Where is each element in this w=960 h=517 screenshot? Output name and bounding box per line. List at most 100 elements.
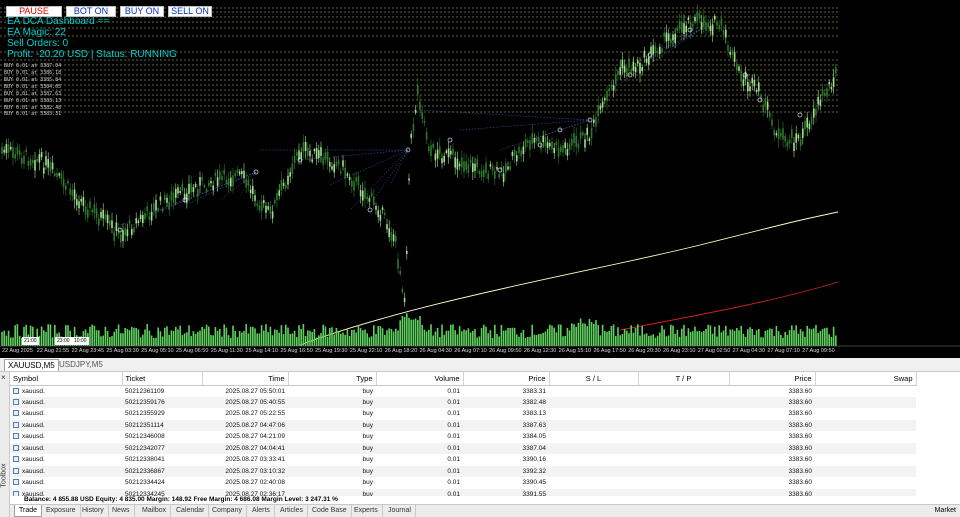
cell-symbol: xauusd. [10,396,122,408]
candle-body [150,211,153,221]
candle-body [546,142,549,148]
candle-body [260,200,263,212]
col-tp[interactable]: T / P [638,372,730,386]
volume-bar [419,316,421,346]
table-row[interactable]: xauusd. 50212334424 2025.08.27 02:40:08 buy… [10,477,916,489]
buy-on-button[interactable]: BUY ON [120,6,164,17]
moving-average-slow [299,211,839,346]
volume-bar [527,336,529,346]
terminal-tab-code-base[interactable]: Code Base [308,505,352,517]
volume-bar [463,329,465,346]
position-icon [13,444,19,451]
volume-bar [502,330,505,346]
col-time[interactable]: Time [202,372,289,386]
volume-bar [687,328,690,346]
candle-body [32,160,34,164]
volume-bar [489,330,492,346]
price-chart[interactable]: PAUSE BOT ON BUY ON SELL ON EA DCA Dashb… [0,0,960,358]
terminal-tab-trade[interactable]: Trade [14,505,43,517]
volume-bar [38,335,41,346]
volume-bar [302,324,305,346]
terminal-tab-company[interactable]: Company [208,505,247,517]
table-row[interactable]: xauusd. 50212346008 2025.08.27 04:21:09 buy… [10,431,916,443]
candle-body [177,187,179,194]
volume-bar [441,324,443,346]
chart-tab-usdjpy[interactable]: USDJPY,M5 [56,359,106,371]
volume-bar [203,328,206,346]
terminal-tab-experts[interactable]: Experts [350,505,383,517]
candle-body [27,161,30,166]
col-swap[interactable]: Swap [815,372,917,386]
volume-bar [234,331,236,346]
col-price[interactable]: Price [463,372,550,386]
volume-bar [238,331,241,346]
volume-bar [634,327,637,346]
candle-body [645,58,648,63]
candle-body [432,144,434,148]
table-row[interactable]: xauusd. 50212355929 2025.08.27 05:22:55 buy… [10,408,916,420]
candle-body [428,146,430,152]
cell-text: xauusd. [22,387,45,395]
table-row[interactable]: xauusd. 50212351114 2025.08.27 04:47:06 buy… [10,419,916,431]
cell-text: xauusd. [22,479,45,487]
col-type[interactable]: Type [288,372,377,386]
volume-bar [326,336,329,346]
col-current-price[interactable]: Price [729,372,816,386]
cell-type: buy [288,385,376,397]
volume-bar [485,326,487,346]
candle-body [718,25,720,30]
volume-bar [476,337,478,346]
volume-bar [780,334,782,346]
volume-bar [267,332,269,346]
candle-body [267,206,269,210]
time-axis-label: 26 Aug 07:10 [454,348,487,354]
terminal-tab-articles[interactable]: Articles [276,505,308,517]
col-symbol[interactable]: Symbol [10,372,123,386]
terminal-tab-exposure[interactable]: Exposure [42,505,81,517]
table-row[interactable]: xauusd. 50212359176 2025.08.27 05:40:55 buy… [10,396,916,408]
sell-on-button[interactable]: SELL ON [168,6,212,17]
col-sl[interactable]: S / L [549,372,639,386]
cell-swap [815,408,916,420]
candle-body [322,157,324,165]
table-row[interactable]: xauusd. 50212336867 2025.08.27 03:10:32 buy… [10,465,916,477]
candle-body [21,157,23,164]
col-volume[interactable]: Volume [376,372,464,386]
table-row[interactable]: xauusd. 50212361109 2025.08.27 05:50:01 buy… [10,385,916,397]
volume-bar [186,332,188,346]
candle-body [474,163,476,171]
close-icon[interactable]: × [1,373,6,382]
terminal-tab-alerts[interactable]: Alerts [248,505,275,517]
volume-bar [249,326,252,346]
cell-time: 2025.08.27 04:04:41 [202,442,288,454]
volume-bar [243,330,245,346]
candle-body [351,180,353,187]
cell-symbol: xauusd. [10,454,122,466]
chart-tab-xauusd[interactable]: XAUUSD,M5 [4,359,59,371]
candle-body [357,176,360,186]
col-ticket[interactable]: Ticket [122,372,203,386]
terminal-tab-mailbox[interactable]: Mailbox [138,505,172,517]
table-row[interactable]: xauusd. 50212342077 2025.08.27 04:04:41 buy… [10,442,916,454]
candle-body [45,156,47,166]
candle-body [170,191,173,201]
market-button[interactable]: Market [935,505,956,517]
candle-body [661,48,663,53]
candle-body [142,215,144,224]
volume-bar [458,326,461,346]
terminal-tab-history[interactable]: History [78,505,109,517]
cell-symbol: xauusd. [10,477,122,489]
volume-bar [373,325,375,346]
table-row[interactable]: xauusd. 50212338041 2025.08.27 03:33:41 buy… [10,454,916,466]
candle-body [7,144,10,153]
trade-link-line [329,149,409,186]
table-row[interactable]: xauusd. 50212334245 2025.08.27 02:36:17 buy… [10,488,916,496]
cell-text: 50212336867 [125,467,165,475]
candle-body [188,183,190,194]
volume-bar [645,333,648,346]
terminal-tab-calendar[interactable]: Calendar [172,505,210,517]
volume-bar [454,330,456,346]
terminal-tab-journal[interactable]: Journal [384,505,416,517]
terminal-tab-news[interactable]: News [108,505,135,517]
volume-bar [399,320,401,346]
